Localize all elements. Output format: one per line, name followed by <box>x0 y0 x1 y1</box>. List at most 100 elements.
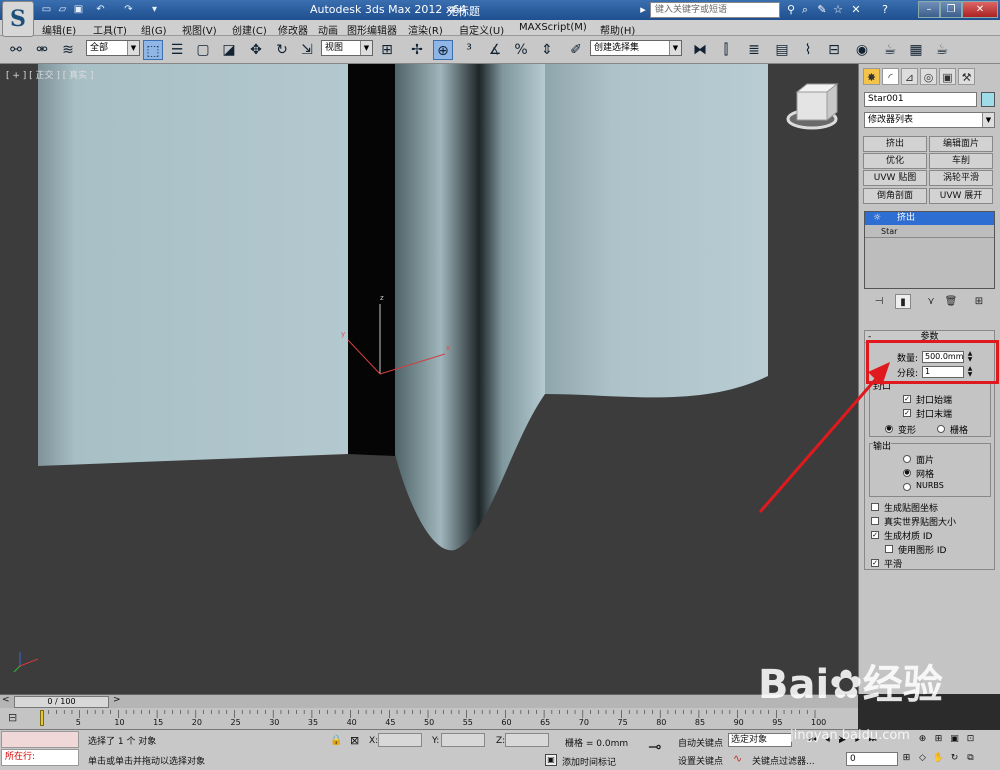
modifier-extrude-button[interactable]: 挤出 <box>863 136 927 152</box>
curve-editor-icon[interactable]: ⌇ <box>798 40 818 60</box>
menu-rendering[interactable]: 渲染(R) <box>408 22 443 37</box>
grid-radio[interactable] <box>937 425 945 433</box>
binoculars-icon[interactable]: ⌕ <box>798 3 812 17</box>
display-tab-icon[interactable]: ▣ <box>939 68 956 85</box>
modifier-bevel-profile-button[interactable]: 倒角剖面 <box>863 188 927 204</box>
stack-item-extrude[interactable]: ☼ 挤出 <box>865 212 994 225</box>
menu-views[interactable]: 视图(V) <box>182 22 217 37</box>
gen-material-id-checkbox[interactable]: ✓ <box>871 531 879 539</box>
object-name-field[interactable]: Star001 <box>864 92 977 107</box>
redo-icon[interactable]: ↷ <box>122 3 135 16</box>
absolute-mode-icon[interactable]: ⊠ <box>350 734 359 747</box>
modifier-turbosmooth-button[interactable]: 涡轮平滑 <box>929 170 993 186</box>
hierarchy-tab-icon[interactable]: ⊿ <box>901 68 918 85</box>
select-manipulate-icon[interactable]: ✢ <box>407 40 427 60</box>
viewport-label[interactable]: [ + ] [ 正交 ] [ 真实 ] <box>6 68 94 81</box>
spinner-snap-icon[interactable]: ⇕ <box>537 40 557 60</box>
lock-icon[interactable]: 🔒 <box>330 735 342 746</box>
configure-sets-icon[interactable]: ⊞ <box>971 294 987 309</box>
set-key-button[interactable]: 设置关键点 <box>678 754 723 767</box>
select-link-icon[interactable]: ⚯ <box>6 40 26 60</box>
rotate-icon[interactable]: ↻ <box>272 40 292 60</box>
create-tab-icon[interactable]: ✸ <box>863 68 880 85</box>
reference-coord-dropdown[interactable]: 视图 ▼ <box>321 40 373 56</box>
mirror-icon[interactable]: ⧓ <box>690 40 710 60</box>
pan-icon[interactable]: ✋ <box>932 752 945 765</box>
menu-modifiers[interactable]: 修改器 <box>278 22 308 37</box>
render-setup-icon[interactable]: ☕ <box>880 40 900 60</box>
menu-animation[interactable]: 动画 <box>318 22 338 37</box>
selection-filter-dropdown[interactable]: 全部 ▼ <box>86 40 140 56</box>
menu-create[interactable]: 创建(C) <box>232 22 267 37</box>
patch-radio[interactable] <box>903 455 911 463</box>
rendered-frame-icon[interactable]: ▦ <box>906 40 926 60</box>
modifier-unwrap-uvw-button[interactable]: UVW 展开 <box>929 188 993 204</box>
search-expand-icon[interactable]: ▸ <box>636 3 650 17</box>
maximize-viewport-icon[interactable]: ⧉ <box>964 752 977 765</box>
modifier-list-dropdown[interactable]: 修改器列表 ▼ <box>864 112 995 128</box>
utilities-tab-icon[interactable]: ⚒ <box>958 68 975 85</box>
z-coord-field[interactable] <box>505 733 549 747</box>
current-frame-field[interactable]: 0 <box>846 752 898 766</box>
bind-space-warp-icon[interactable]: ≋ <box>58 40 78 60</box>
restore-button[interactable]: ❐ <box>940 1 962 18</box>
remove-modifier-icon[interactable]: 🗑 <box>943 294 959 309</box>
pin-stack-icon[interactable]: ⊣ <box>871 294 887 309</box>
lightbulb-icon[interactable]: ☼ <box>873 213 882 224</box>
viewport-front[interactable]: [ + ] [ 正交 ] [ 真实 ] z x y <box>0 64 858 694</box>
menu-edit[interactable]: 编辑(E) <box>42 22 76 37</box>
scale-icon[interactable]: ⇲ <box>297 40 317 60</box>
search-icon[interactable]: ⚲ <box>784 3 798 17</box>
auto-key-button[interactable]: 自动关键点 <box>678 736 723 749</box>
time-tag-icon[interactable]: ▣ <box>545 754 557 766</box>
motion-tab-icon[interactable]: ◎ <box>920 68 937 85</box>
nurbs-radio[interactable] <box>903 483 911 491</box>
menu-customize[interactable]: 自定义(U) <box>459 22 504 37</box>
menu-tools[interactable]: 工具(T) <box>93 22 127 37</box>
close-button[interactable]: ✕ <box>962 1 998 18</box>
set-key-icon[interactable]: ⊸ <box>648 738 661 756</box>
time-slider-thumb[interactable]: 0 / 100 <box>14 696 109 708</box>
viewcube-icon[interactable] <box>786 82 839 130</box>
move-icon[interactable]: ✥ <box>246 40 266 60</box>
object-color-swatch[interactable] <box>981 92 995 107</box>
zoom-icon[interactable]: ⊕ <box>916 733 929 746</box>
mesh-radio[interactable]: ● <box>903 469 911 477</box>
pivot-center-icon[interactable]: ⊞ <box>377 40 397 60</box>
modifier-stack[interactable]: ☼ 挤出 Star <box>864 211 995 289</box>
modifier-lathe-button[interactable]: 车削 <box>929 153 993 169</box>
time-config-icon[interactable]: ⊞ <box>900 752 913 765</box>
menu-help[interactable]: 帮助(H) <box>600 22 635 37</box>
open-file-icon[interactable]: ▱ <box>56 3 69 16</box>
new-file-icon[interactable]: ▭ <box>40 3 53 16</box>
modifier-optimize-button[interactable]: 优化 <box>863 153 927 169</box>
orbit-icon[interactable]: ↻ <box>948 752 961 765</box>
time-prev-button[interactable]: < <box>2 695 10 705</box>
use-shape-id-checkbox[interactable] <box>885 545 893 553</box>
x-coord-field[interactable] <box>378 733 422 747</box>
schematic-view-icon[interactable]: ⊟ <box>824 40 844 60</box>
time-slider[interactable]: < 0 / 100 > <box>0 694 858 708</box>
minimize-button[interactable]: – <box>918 1 940 18</box>
tools-icon[interactable]: ✎ <box>815 3 829 17</box>
menu-maxscript[interactable]: MAXScript(M) <box>519 22 587 33</box>
zoom-all-icon[interactable]: ⊞ <box>932 733 945 746</box>
time-next-button[interactable]: > <box>113 695 121 705</box>
select-by-name-icon[interactable]: ☰ <box>167 40 187 60</box>
key-selection-set-dropdown[interactable]: 选定对象 <box>728 733 792 747</box>
zoom-extents-icon[interactable]: ▣ <box>948 733 961 746</box>
stack-item-star[interactable]: Star <box>865 226 994 238</box>
cap-end-checkbox[interactable]: ✓ <box>903 409 911 417</box>
save-file-icon[interactable]: ▣ <box>72 3 85 16</box>
modifier-edit-patch-button[interactable]: 编辑面片 <box>929 136 993 152</box>
smooth-checkbox[interactable]: ✓ <box>871 559 879 567</box>
cap-start-checkbox[interactable]: ✓ <box>903 395 911 403</box>
quick-access-dropdown-icon[interactable]: ▾ <box>148 3 161 16</box>
close-search-icon[interactable]: ✕ <box>849 3 863 17</box>
unlink-icon[interactable]: ⚮ <box>32 40 52 60</box>
listener-line[interactable]: 所在行: <box>1 749 79 766</box>
modify-tab-icon[interactable]: ◜ <box>882 68 899 85</box>
field-of-view-icon[interactable]: ◇ <box>916 752 929 765</box>
app-logo-icon[interactable]: S <box>2 1 34 37</box>
align-icon[interactable]: ⫿ <box>716 40 736 60</box>
